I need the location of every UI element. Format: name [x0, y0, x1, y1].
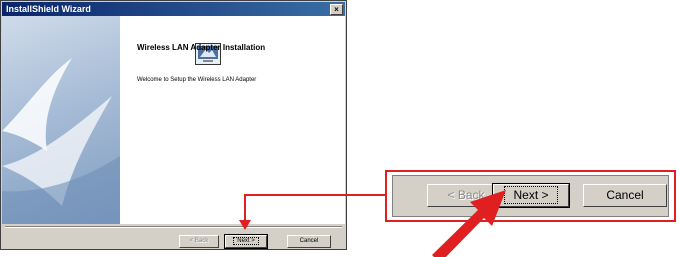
pointer-arrow-icon: [432, 190, 506, 257]
pointer-overlay: [432, 190, 506, 257]
